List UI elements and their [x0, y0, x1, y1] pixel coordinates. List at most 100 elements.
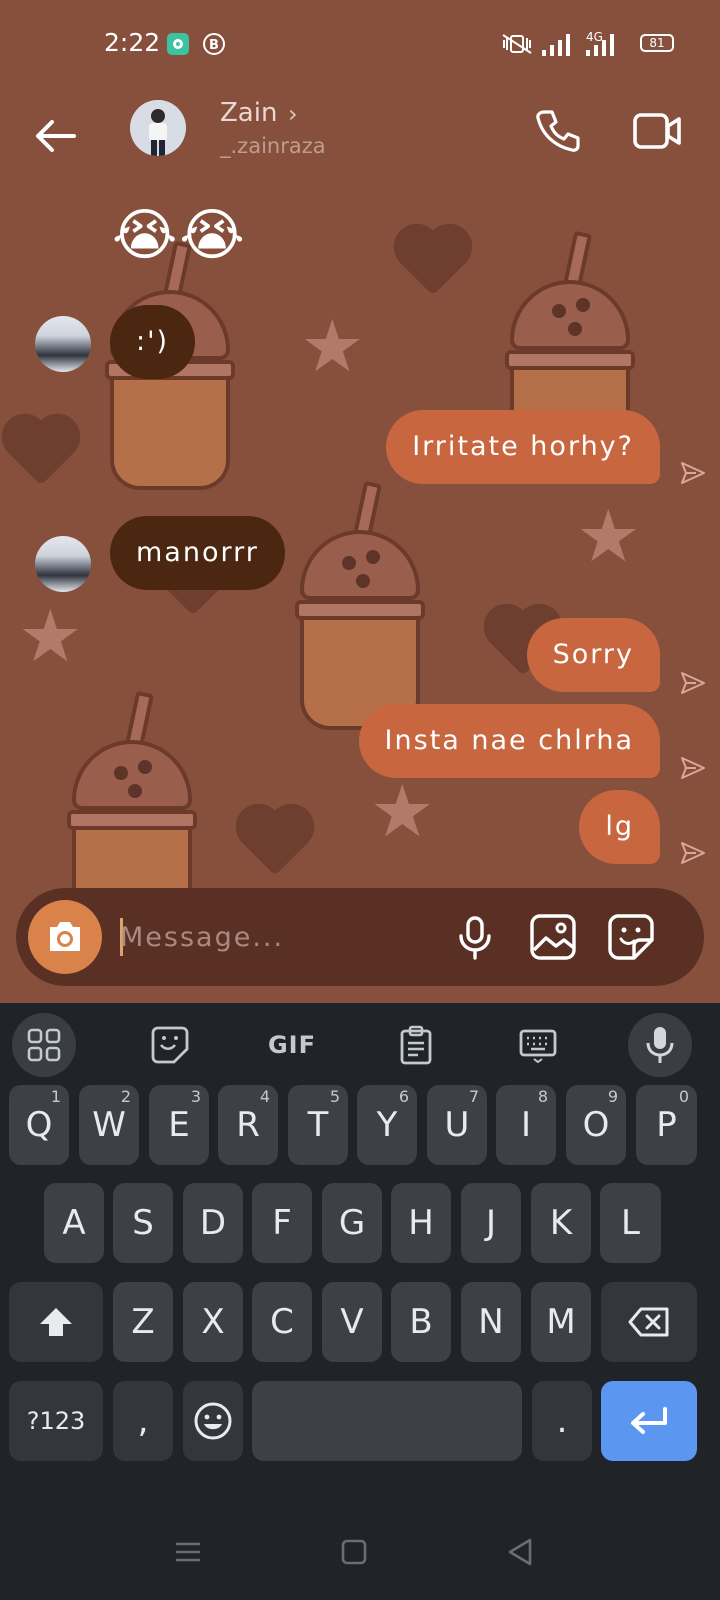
enter-key[interactable] [601, 1381, 697, 1461]
key-k[interactable]: K [531, 1183, 591, 1263]
clipboard-button[interactable] [384, 1013, 448, 1077]
key-q[interactable]: Q1 [9, 1085, 69, 1165]
key-a[interactable]: A [44, 1183, 104, 1263]
key-v[interactable]: V [322, 1282, 382, 1362]
home-icon[interactable] [334, 1532, 374, 1572]
key-label: K [549, 1203, 573, 1243]
svg-text:B: B [209, 38, 219, 53]
key-hint: 1 [50, 1087, 61, 1106]
key-label: Q [25, 1105, 53, 1145]
apps-grid-button[interactable] [12, 1013, 76, 1077]
key-w[interactable]: W2 [79, 1085, 139, 1165]
key-s[interactable]: S [113, 1183, 173, 1263]
comma-key[interactable]: , [113, 1381, 173, 1461]
sender-avatar[interactable] [35, 316, 91, 372]
space-key[interactable] [252, 1381, 522, 1461]
sticker-icon[interactable] [604, 910, 658, 964]
key-y[interactable]: Y6 [357, 1085, 417, 1165]
key-hint: 5 [329, 1087, 340, 1106]
emoji-row-partial: 😭😭😭😭😭😭 [118, 178, 525, 192]
keyboard-toolbar: GIF [0, 1003, 720, 1089]
back-arrow-icon[interactable] [30, 110, 82, 162]
key-h[interactable]: H [391, 1183, 451, 1263]
key-e[interactable]: E3 [149, 1085, 209, 1165]
wallpaper-star-decoration: ★ [300, 304, 365, 388]
period-key[interactable]: . [532, 1381, 592, 1461]
key-label: A [62, 1203, 86, 1243]
key-label: P [656, 1105, 677, 1145]
gallery-icon[interactable] [526, 910, 580, 964]
message-composer [16, 888, 704, 986]
wallpaper-star-decoration: ★ [576, 494, 641, 578]
menu-icon[interactable] [168, 1532, 208, 1572]
system-navigation-bar [0, 1500, 720, 1600]
contact-avatar[interactable] [130, 100, 186, 156]
key-g[interactable]: G [322, 1183, 382, 1263]
key-t[interactable]: T5 [288, 1085, 348, 1165]
key-c[interactable]: C [252, 1282, 312, 1362]
key-label: T [307, 1105, 329, 1145]
clipboard-icon [400, 1025, 432, 1065]
back-triangle-icon[interactable] [500, 1532, 540, 1572]
key-hint: 7 [468, 1087, 479, 1106]
signal-4g-icon [586, 34, 614, 56]
grid-icon [27, 1028, 61, 1062]
phone-icon[interactable] [534, 106, 582, 154]
status-bar: 2:22 B 4G 81 [0, 0, 720, 88]
key-o[interactable]: O9 [566, 1085, 626, 1165]
emoji-key[interactable] [183, 1381, 243, 1461]
chevron-right-icon[interactable]: › [288, 100, 298, 128]
sent-icon [681, 757, 705, 779]
key-b[interactable]: B [391, 1282, 451, 1362]
key-u[interactable]: U7 [427, 1085, 487, 1165]
video-camera-icon[interactable] [632, 108, 682, 154]
key-p[interactable]: P0 [636, 1085, 697, 1165]
key-f[interactable]: F [252, 1183, 312, 1263]
smiley-icon [194, 1402, 232, 1440]
incoming-message-bubble[interactable]: manorrr [110, 516, 285, 590]
key-i[interactable]: I8 [496, 1085, 556, 1165]
key-hint: 2 [120, 1087, 131, 1106]
key-r[interactable]: R4 [218, 1085, 278, 1165]
emoji-message[interactable]: 😭😭 [112, 204, 247, 268]
sent-icon [681, 462, 705, 484]
gif-button[interactable]: GIF [260, 1013, 324, 1077]
voice-input-button[interactable] [628, 1013, 692, 1077]
wallpaper-heart-decoration [8, 420, 74, 486]
symbols-key[interactable]: ?123 [9, 1381, 103, 1461]
outgoing-message-bubble[interactable]: Irritate horhy? [386, 410, 660, 484]
key-z[interactable]: Z [113, 1282, 173, 1362]
sender-avatar[interactable] [35, 536, 91, 592]
key-j[interactable]: J [461, 1183, 521, 1263]
outgoing-message-bubble[interactable]: lg [579, 790, 660, 864]
key-label: C [270, 1302, 294, 1342]
backspace-key[interactable] [601, 1282, 697, 1362]
contact-name[interactable]: Zain [220, 98, 277, 128]
outgoing-message-bubble[interactable]: Sorry [526, 618, 660, 692]
key-hint: 9 [607, 1087, 618, 1106]
microphone-icon[interactable] [448, 910, 502, 964]
key-hint: 4 [259, 1087, 270, 1106]
vibrate-mute-icon [502, 34, 532, 54]
key-d[interactable]: D [183, 1183, 243, 1263]
sent-icon [681, 672, 705, 694]
key-label: B [409, 1302, 433, 1342]
b-notification-icon: B [203, 33, 225, 55]
sticker-button[interactable] [138, 1013, 202, 1077]
camera-button[interactable] [28, 900, 102, 974]
key-x[interactable]: X [183, 1282, 243, 1362]
key-label: S [132, 1203, 154, 1243]
shift-key[interactable] [9, 1282, 103, 1362]
keyboard-settings-button[interactable] [506, 1013, 570, 1077]
outgoing-message-bubble[interactable]: Insta nae chlrha [358, 704, 660, 778]
key-label: D [199, 1203, 227, 1243]
key-label: ?123 [26, 1407, 86, 1435]
contact-username[interactable]: _.zainraza [220, 134, 326, 158]
key-hint: 0 [678, 1087, 689, 1106]
key-n[interactable]: N [461, 1282, 521, 1362]
sticker-icon [151, 1026, 189, 1064]
key-l[interactable]: L [600, 1183, 661, 1263]
key-m[interactable]: M [531, 1282, 591, 1362]
incoming-message-bubble[interactable]: :') [110, 305, 196, 379]
message-input[interactable] [120, 908, 440, 966]
